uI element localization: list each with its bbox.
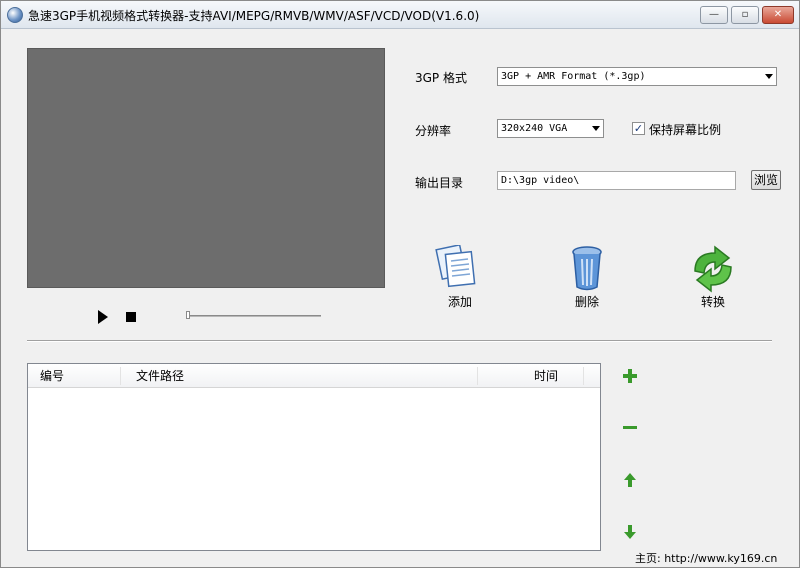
add-label: 添加 — [447, 295, 472, 309]
column-divider[interactable] — [583, 367, 584, 385]
resolution-label: 分辨率 — [415, 124, 452, 138]
app-globe-icon — [7, 7, 23, 23]
keep-ratio-checkbox[interactable]: ✓ — [632, 122, 645, 135]
delete-button[interactable]: 删除 — [557, 245, 617, 315]
close-button[interactable]: ✕ — [762, 6, 794, 24]
arrow-up-icon[interactable] — [621, 471, 639, 489]
minimize-button[interactable]: — — [700, 6, 728, 24]
app-window: 急速3GP手机视频格式转换器-支持AVI/MEPG/RMVB/WMV/ASF/V… — [0, 0, 800, 568]
output-dir-input[interactable]: D:\3gp video\ — [497, 171, 736, 190]
convert-arrows-icon — [694, 245, 732, 293]
playback-progress-thumb[interactable] — [186, 311, 190, 319]
file-list[interactable]: 编号 文件路径 时间 — [27, 363, 601, 551]
delete-label: 删除 — [574, 295, 599, 309]
play-icon[interactable] — [96, 309, 110, 325]
file-list-header: 编号 文件路径 时间 — [28, 364, 600, 388]
convert-button[interactable]: 转换 — [683, 245, 743, 315]
output-dir-label: 输出目录 — [415, 176, 464, 190]
arrow-down-icon[interactable] — [621, 523, 639, 541]
trash-bin-icon — [572, 246, 602, 291]
section-divider — [27, 340, 772, 342]
column-divider[interactable] — [120, 367, 121, 385]
add-documents-icon — [435, 243, 476, 288]
convert-label: 转换 — [700, 295, 725, 309]
column-divider[interactable] — [477, 367, 478, 385]
column-header-number[interactable]: 编号 — [40, 364, 64, 388]
format-select[interactable]: 3GP + AMR Format (*.3gp) — [497, 67, 777, 86]
window-title: 急速3GP手机视频格式转换器-支持AVI/MEPG/RMVB/WMV/ASF/V… — [28, 9, 480, 23]
chevron-down-icon — [592, 126, 600, 131]
column-header-path[interactable]: 文件路径 — [136, 364, 184, 388]
browse-button[interactable]: 浏览 — [751, 170, 781, 190]
video-preview — [27, 48, 385, 288]
column-header-time[interactable]: 时间 — [534, 364, 558, 388]
maximize-button[interactable]: ▫ — [731, 6, 759, 24]
homepage-link[interactable]: 主页: http://www.ky169.cn — [635, 550, 777, 566]
format-select-value: 3GP + AMR Format (*.3gp) — [501, 71, 646, 82]
chevron-down-icon — [765, 74, 773, 79]
plus-icon[interactable] — [621, 367, 639, 385]
playback-progress-track[interactable] — [187, 315, 321, 317]
keep-ratio-label: 保持屏幕比例 — [649, 123, 722, 137]
format-label: 3GP 格式 — [415, 71, 467, 85]
minus-icon[interactable] — [621, 419, 639, 437]
title-bar[interactable]: 急速3GP手机视频格式转换器-支持AVI/MEPG/RMVB/WMV/ASF/V… — [1, 1, 799, 29]
resolution-select[interactable]: 320x240 VGA — [497, 119, 604, 138]
resolution-select-value: 320x240 VGA — [501, 123, 568, 134]
stop-icon[interactable] — [126, 312, 136, 322]
add-button[interactable]: 添加 — [430, 243, 490, 315]
